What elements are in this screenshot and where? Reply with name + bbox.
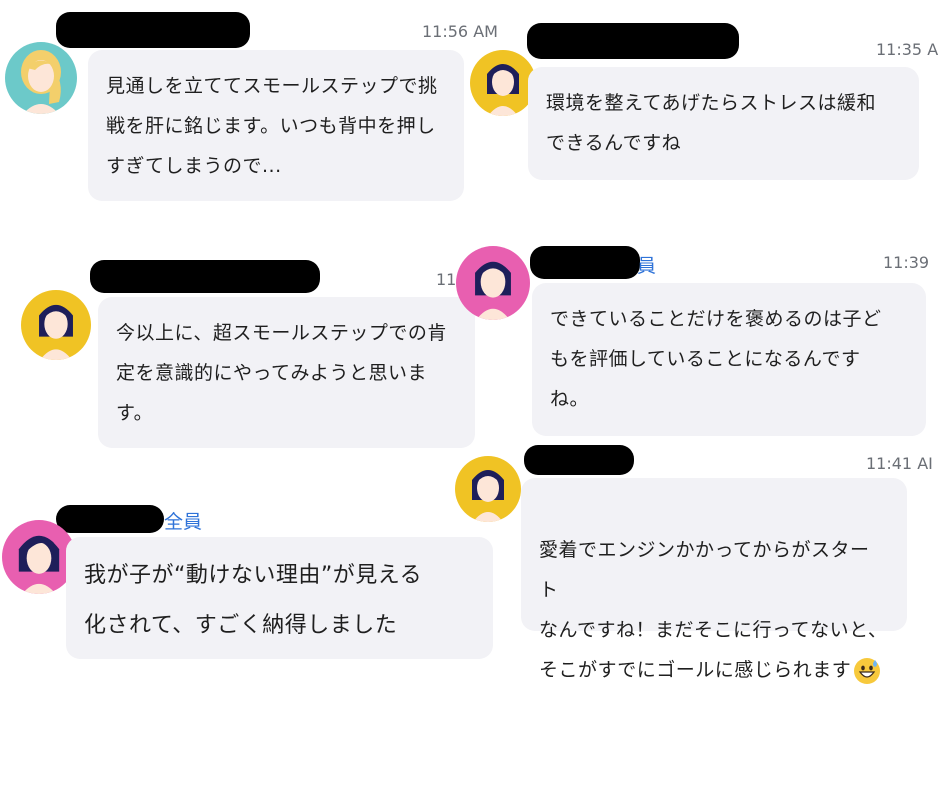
- message-bubble: できていることだけを褒めるのは子ど もを評価していることになるんです ね。: [532, 283, 926, 436]
- message-timestamp: 11: [436, 270, 457, 289]
- redacted-sender-name: [530, 246, 640, 279]
- redacted-sender-name: [524, 445, 634, 475]
- yellow-avatar-icon: [470, 50, 536, 116]
- blonde-avatar-icon: [5, 42, 77, 114]
- message-bubble: 環境を整えてあげたらストレスは緩和 できるんですね: [528, 67, 919, 180]
- avatar[interactable]: [455, 456, 521, 522]
- recipient-label[interactable]: 員: [637, 251, 656, 278]
- message-bubble: 今以上に、超スモールステップでの肯 定を意識的にやってみようと思いま す。: [98, 297, 475, 448]
- avatar[interactable]: [470, 50, 536, 116]
- message-timestamp: 11:56 AM: [422, 22, 498, 41]
- avatar[interactable]: [2, 520, 76, 594]
- message-timestamp: 11:35 A: [876, 40, 939, 59]
- message-timestamp: 11:41 AI: [866, 454, 933, 473]
- avatar[interactable]: [21, 290, 91, 360]
- message-text: 愛着でエンジンかかってからがスタート なんですね！まだそこに行ってないと、 そこ…: [539, 539, 888, 681]
- yellow-avatar-icon: [21, 290, 91, 360]
- redacted-sender-name: [527, 23, 739, 59]
- avatar[interactable]: [5, 42, 77, 114]
- pink-avatar-icon: [2, 520, 76, 594]
- redacted-sender-name: [90, 260, 320, 293]
- grinning-face-with-sweat-icon: [853, 657, 881, 685]
- avatar[interactable]: [456, 246, 530, 320]
- pink-avatar-icon: [456, 246, 530, 320]
- message-bubble: 我が子が“動けない理由”が見える 化されて、すごく納得しました: [66, 537, 493, 659]
- message-bubble: 見通しを立ててスモールステップで挑 戦を肝に銘じます。いつも背中を押し すぎてし…: [88, 50, 464, 201]
- message-bubble: 愛着でエンジンかかってからがスタート なんですね！まだそこに行ってないと、 そこ…: [521, 478, 907, 684]
- redacted-sender-name: [56, 12, 250, 48]
- recipient-label[interactable]: 全員: [164, 507, 202, 534]
- yellow-avatar-icon: [455, 456, 521, 522]
- message-timestamp: 11:39: [883, 253, 930, 272]
- redacted-sender-name: [56, 505, 164, 533]
